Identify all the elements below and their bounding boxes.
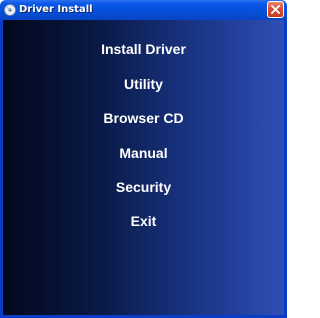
utility-button[interactable]: Utility [3,76,284,93]
title-bar[interactable]: Driver Install [0,0,287,20]
menu-panel: Install Driver Utility Browser CD Manual… [3,20,284,315]
security-button[interactable]: Security [3,179,284,196]
window-title: Driver Install [19,4,93,15]
disc-icon [4,3,16,16]
driver-install-window: Driver Install Install Driver Utility Br… [0,0,287,318]
manual-button[interactable]: Manual [3,145,284,162]
close-icon [271,5,280,14]
install-driver-button[interactable]: Install Driver [3,41,284,58]
exit-button[interactable]: Exit [3,213,284,230]
close-button[interactable] [267,1,284,18]
browser-cd-button[interactable]: Browser CD [3,110,284,127]
